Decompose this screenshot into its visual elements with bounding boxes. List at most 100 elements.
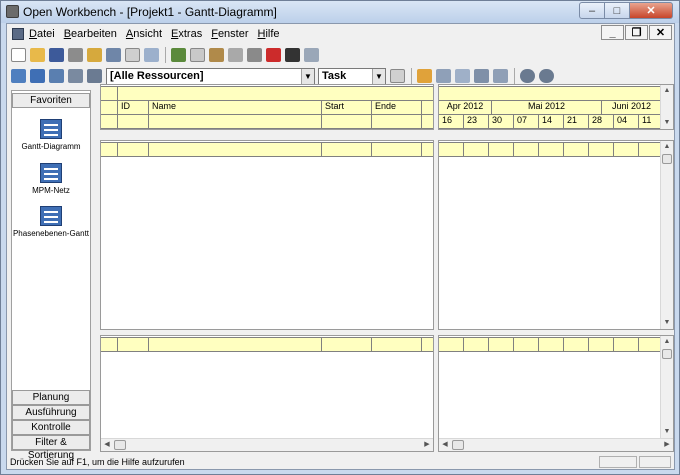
timeline-lower-vscroll[interactable]: ▲ ▼	[660, 336, 673, 438]
cell[interactable]	[372, 115, 422, 128]
table-row[interactable]	[101, 337, 433, 352]
filter-options-icon[interactable]	[390, 69, 405, 83]
task-grid-main[interactable]	[100, 140, 434, 330]
copy-icon[interactable]	[190, 47, 205, 62]
scroll-left-icon[interactable]: ◀	[101, 439, 113, 451]
zoom-in-icon[interactable]	[520, 69, 535, 83]
maximize-button[interactable]: □	[605, 2, 630, 19]
cell[interactable]	[149, 143, 322, 156]
menu-datei[interactable]: Datei	[29, 28, 55, 40]
zoom-out-icon[interactable]	[539, 69, 554, 83]
task-level-icon[interactable]	[493, 69, 508, 83]
doc-minimize-button[interactable]: _	[601, 25, 624, 40]
insert-icon[interactable]	[247, 47, 262, 62]
print-icon[interactable]	[68, 47, 83, 62]
timeline-lower[interactable]: ▲ ▼ ◀ ▶	[438, 335, 674, 452]
timeline-main[interactable]: ▲ ▼	[438, 140, 674, 330]
scroll-thumb[interactable]	[452, 440, 464, 450]
minimize-button[interactable]: –	[579, 2, 605, 19]
doc-restore-button[interactable]: ❐	[625, 25, 648, 40]
scroll-thumb[interactable]	[662, 349, 672, 359]
chevron-down-icon[interactable]: ▼	[372, 68, 385, 84]
favorites-button[interactable]: Favoriten	[12, 93, 90, 108]
resource-filter-select[interactable]: [Alle Ressourcen] ▼	[106, 67, 315, 85]
timeline-horizontal-scrollbar[interactable]: ◀ ▶	[439, 438, 673, 451]
column-ende[interactable]: Ende	[372, 101, 422, 114]
corner-cell[interactable]	[101, 87, 118, 100]
scroll-down-icon[interactable]: ▼	[661, 426, 673, 438]
table-row[interactable]	[101, 142, 433, 157]
group-ausfuehrung[interactable]: Ausführung	[12, 405, 90, 420]
task-new-icon[interactable]	[417, 69, 432, 83]
preview-icon[interactable]	[106, 47, 121, 62]
cell[interactable]	[322, 338, 372, 351]
row-selector[interactable]	[101, 115, 118, 128]
type-filter-select[interactable]: Task ▼	[318, 67, 386, 85]
save-icon[interactable]	[49, 47, 64, 62]
timeline-row[interactable]	[439, 142, 673, 157]
timeline-vertical-scrollbar[interactable]: ▲ ▼	[660, 141, 673, 329]
task-grid-lower[interactable]: ◀ ▶	[100, 335, 434, 452]
folder-icon[interactable]	[87, 47, 102, 62]
cell[interactable]	[118, 115, 149, 128]
column-start[interactable]: Start	[322, 101, 372, 114]
document-icon[interactable]	[12, 27, 24, 40]
column-name[interactable]: Name	[149, 101, 322, 114]
timeline-header-scrollbar[interactable]: ▲ ▼	[660, 85, 673, 129]
scroll-up-icon[interactable]: ▲	[661, 85, 673, 97]
view-phase-gantt[interactable]: Phasenebenen-Gantt	[12, 206, 90, 238]
column-id[interactable]: ID	[118, 101, 149, 114]
document-icon[interactable]	[125, 47, 140, 62]
assign-icon[interactable]	[87, 69, 102, 83]
indent-icon[interactable]	[11, 69, 26, 83]
row-selector[interactable]	[101, 143, 118, 156]
row-selector[interactable]	[101, 101, 118, 114]
scroll-up-icon[interactable]: ▲	[661, 336, 673, 348]
properties-icon[interactable]	[304, 47, 319, 62]
scroll-right-icon[interactable]: ▶	[421, 439, 433, 451]
paste-icon[interactable]	[209, 47, 224, 62]
view-mpm-netz[interactable]: MPM-Netz	[12, 163, 90, 195]
cut-icon[interactable]	[171, 47, 186, 62]
title-bar[interactable]: Open Workbench - [Projekt1 - Gantt-Diagr…	[1, 1, 679, 23]
scroll-thumb[interactable]	[662, 154, 672, 164]
task-split-icon[interactable]	[455, 69, 470, 83]
scroll-down-icon[interactable]: ▼	[661, 117, 673, 129]
chevron-down-icon[interactable]: ▼	[301, 68, 314, 84]
menu-fenster[interactable]: Fenster	[211, 28, 248, 40]
undo-icon[interactable]	[228, 47, 243, 62]
cell[interactable]	[118, 143, 149, 156]
menu-hilfe[interactable]: Hilfe	[258, 28, 280, 40]
row-selector[interactable]	[101, 338, 118, 351]
scroll-up-icon[interactable]: ▲	[661, 141, 673, 153]
scroll-left-icon[interactable]: ◀	[439, 439, 451, 451]
task-details-icon[interactable]	[436, 69, 451, 83]
group-kontrolle[interactable]: Kontrolle	[12, 420, 90, 435]
cell[interactable]	[372, 143, 422, 156]
task-join-icon[interactable]	[474, 69, 489, 83]
link-icon[interactable]	[49, 69, 64, 83]
close-button[interactable]: ✕	[630, 2, 673, 19]
menu-ansicht[interactable]: Ansicht	[126, 28, 162, 40]
cell[interactable]	[149, 338, 322, 351]
timeline-row[interactable]	[439, 337, 673, 352]
cell[interactable]	[372, 338, 422, 351]
open-folder-icon[interactable]	[30, 47, 45, 62]
cell[interactable]	[322, 143, 372, 156]
cell[interactable]	[322, 115, 372, 128]
scroll-down-icon[interactable]: ▼	[661, 317, 673, 329]
resource-icon[interactable]	[68, 69, 83, 83]
doc-close-button[interactable]: ✕	[649, 25, 672, 40]
view-gantt[interactable]: Gantt-Diagramm	[12, 119, 90, 151]
new-icon[interactable]	[11, 47, 26, 62]
scroll-right-icon[interactable]: ▶	[661, 439, 673, 451]
find-binoculars-icon[interactable]	[285, 47, 300, 62]
group-filter-sortierung[interactable]: Filter & Sortierung	[12, 435, 90, 461]
cell[interactable]	[118, 338, 149, 351]
list-icon[interactable]	[144, 47, 159, 62]
scroll-thumb[interactable]	[114, 440, 126, 450]
outdent-icon[interactable]	[30, 69, 45, 83]
delete-icon[interactable]	[266, 47, 281, 62]
menu-bearbeiten[interactable]: Bearbeiten	[64, 28, 117, 40]
cell[interactable]	[149, 115, 322, 128]
